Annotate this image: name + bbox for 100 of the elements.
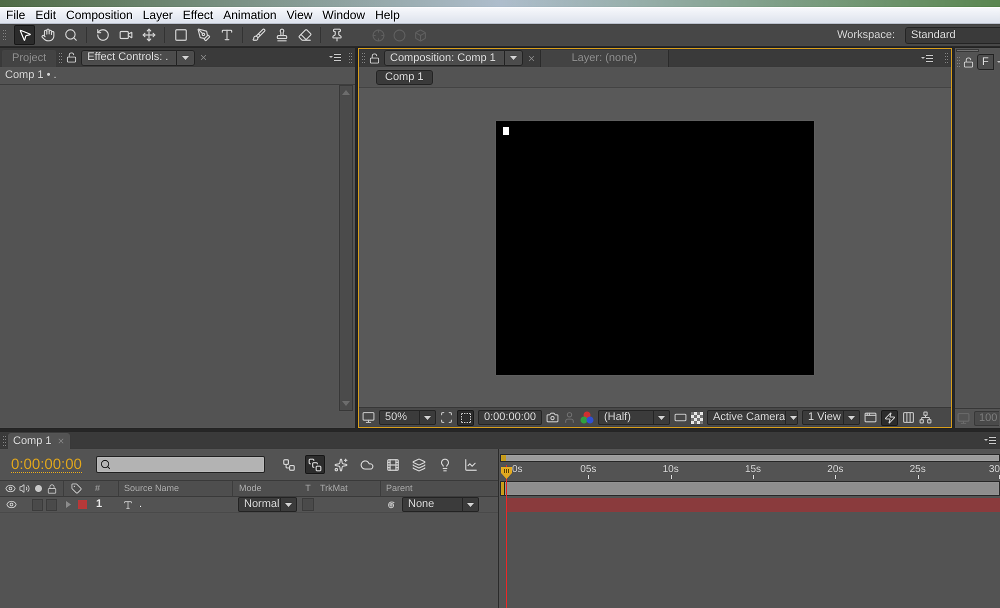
flowchart-icon	[282, 458, 296, 472]
padlock-icon[interactable]	[66, 52, 78, 63]
panel-header-text: Comp 1 • .	[5, 70, 57, 81]
grip-icon[interactable]	[945, 53, 948, 63]
fast-previews-toggle[interactable]	[881, 410, 898, 426]
magnifier-icon	[64, 28, 78, 42]
caret-icon	[424, 416, 431, 420]
view-layout-dropdown[interactable]: 1 View	[802, 410, 860, 425]
ruler-tick	[999, 475, 1000, 479]
pen-nib-icon	[196, 28, 210, 42]
resolution-dropdown[interactable]: (Half)	[598, 410, 670, 425]
layer-number: 1	[96, 499, 102, 510]
menu-item[interactable]: File	[1, 7, 30, 23]
panel-tab[interactable]: Effect Controls: .	[81, 50, 196, 66]
eye-icon[interactable]	[6, 499, 17, 510]
hand-icon	[40, 28, 54, 42]
camera-view-dropdown[interactable]: Active Camera	[707, 410, 798, 425]
caret-icon	[285, 502, 292, 506]
layers-icon	[412, 458, 426, 472]
label-color-swatch[interactable]	[78, 500, 87, 509]
ruler-tick	[918, 475, 919, 479]
panel-menu-icon[interactable]	[984, 437, 996, 444]
grip-icon[interactable]	[59, 52, 62, 62]
type-icon	[123, 500, 133, 510]
ruler-label: 25s	[910, 465, 926, 475]
grip-icon[interactable]	[349, 52, 352, 62]
dashed-square-icon	[460, 412, 472, 424]
navigator-start-handle[interactable]	[501, 455, 506, 461]
timeline-tab[interactable]: Comp 1	[8, 433, 70, 449]
menu-item[interactable]: Window	[317, 7, 370, 23]
padlock-icon[interactable]	[963, 56, 974, 68]
column-header: Mode	[239, 484, 262, 493]
ruler-label: 05s	[580, 465, 596, 475]
type-icon	[220, 28, 234, 42]
menu-item[interactable]: Animation	[218, 7, 282, 23]
line-chart-icon	[464, 458, 478, 472]
caret-icon	[790, 416, 798, 420]
work-area-bar[interactable]	[500, 481, 1000, 496]
film-icon	[386, 458, 400, 472]
blend-mode-dropdown[interactable]: Normal	[238, 497, 297, 512]
caret-icon	[848, 416, 855, 420]
menu-item[interactable]: Layer	[138, 7, 178, 23]
parent-dropdown[interactable]: None	[402, 497, 479, 512]
menu-item[interactable]: Composition	[61, 7, 138, 23]
ruler-label: 10s	[662, 465, 679, 475]
grip-icon[interactable]	[957, 57, 960, 67]
spiral-icon[interactable]	[386, 500, 396, 510]
layer-name[interactable]: .	[139, 499, 142, 510]
padlock-icon[interactable]	[369, 52, 380, 64]
caret-icon	[182, 56, 190, 60]
menu-item[interactable]: Help	[370, 7, 405, 23]
panel-menu-icon[interactable]	[329, 54, 341, 61]
grip-icon[interactable]	[3, 30, 6, 40]
grip-icon[interactable]	[3, 436, 6, 446]
pin-icon	[330, 28, 344, 42]
menu-item[interactable]: Edit	[30, 7, 62, 23]
move-arrows-icon	[142, 28, 156, 42]
ruler-label: 15s	[744, 465, 762, 475]
ruler-tick	[670, 475, 672, 479]
region-icon[interactable]	[440, 411, 453, 424]
stamp-icon	[274, 28, 288, 42]
panel-tab[interactable]: F	[977, 54, 994, 70]
draft-3d-toggle[interactable]	[304, 455, 325, 474]
flowchart-icon[interactable]	[919, 411, 932, 424]
grip-icon[interactable]	[362, 53, 365, 63]
layer-search-field[interactable]	[96, 456, 265, 473]
camera-icon[interactable]	[546, 411, 559, 424]
window-icon[interactable]	[864, 411, 877, 424]
panel-tab[interactable]: Composition: Comp 1	[384, 50, 523, 66]
menu-item[interactable]: Effect	[178, 7, 218, 23]
magnification-dropdown[interactable]: 50%	[379, 410, 436, 425]
column-header: Parent	[386, 484, 413, 493]
monitor-icon[interactable]	[362, 411, 375, 424]
menu-item[interactable]: View	[282, 7, 318, 23]
close-icon[interactable]	[526, 54, 536, 62]
rectangle-icon[interactable]	[674, 411, 687, 424]
current-time-field[interactable]: 0:00:00:00	[478, 410, 542, 425]
eye-icon	[5, 483, 16, 494]
time-navigator[interactable]	[500, 454, 1000, 462]
ruler-label: 30	[988, 465, 1000, 475]
current-time-indicator-handle[interactable]	[501, 467, 512, 479]
caret-icon	[510, 56, 517, 60]
composition-breadcrumb[interactable]: Comp 1	[376, 70, 433, 84]
stacked-squares-icon	[308, 458, 322, 472]
selection-tool[interactable]	[14, 25, 35, 45]
workspace-dropdown[interactable]: Standard	[905, 26, 1000, 44]
search-icon	[100, 459, 111, 470]
dot-icon	[35, 485, 42, 492]
checkerboard-icon[interactable]	[691, 412, 703, 424]
work-area-start-marker[interactable]	[501, 482, 505, 495]
close-icon[interactable]	[199, 53, 208, 62]
tag-icon	[70, 483, 82, 494]
ruler-tick	[753, 475, 754, 479]
columns-icon[interactable]	[902, 411, 915, 424]
panel-menu-icon[interactable]	[921, 54, 933, 62]
color-circles-icon[interactable]	[580, 411, 594, 424]
cloud-icon	[360, 458, 374, 472]
lock-icon	[47, 484, 57, 494]
column-header: TrkMat	[320, 484, 348, 493]
mask-visibility-toggle[interactable]	[457, 410, 474, 426]
